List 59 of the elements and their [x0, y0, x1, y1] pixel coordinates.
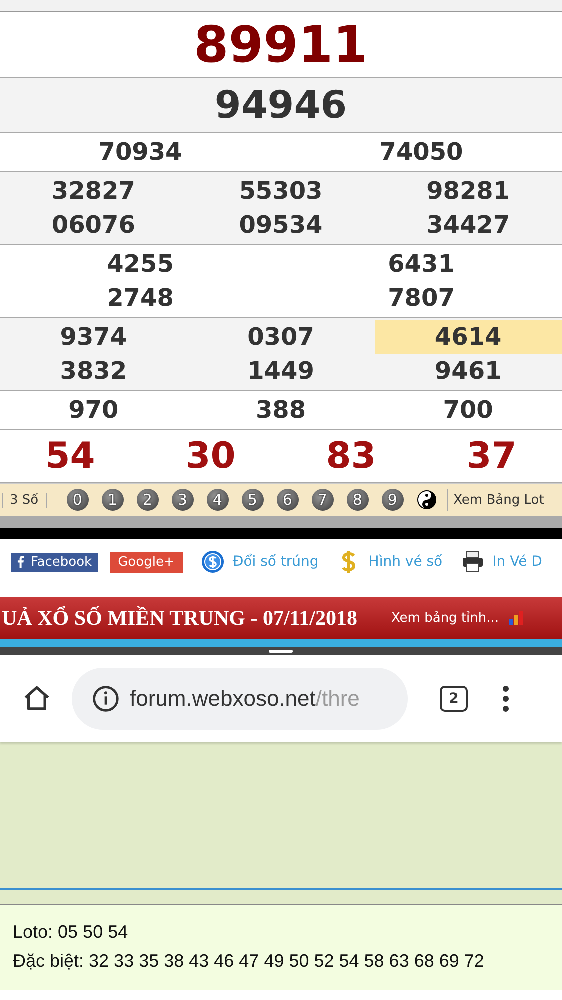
prize-number: 55303 — [238, 176, 324, 207]
prize-number: 4614 — [374, 320, 562, 354]
post-text-line: Đặc biệt: 32 33 35 38 43 46 47 49 50 52 54 58 63 68 69 72 — [13, 950, 486, 973]
url-text: forum.webxoso.net/thre — [130, 686, 360, 712]
prize-number: 2748 — [106, 283, 175, 314]
digit-ball-button[interactable]: 5 — [242, 489, 264, 511]
eighth-prize-number: 30 — [186, 436, 236, 476]
more-menu-icon[interactable] — [502, 684, 510, 712]
banner-title: UẢ XỔ SỐ MIỀN TRUNG - 07/11/2018 — [2, 606, 358, 630]
prize-number: 6431 — [387, 249, 456, 280]
prize-number: 970 — [68, 395, 120, 426]
dollar-coin-icon — [200, 550, 225, 574]
prize-number: 9374 — [59, 322, 128, 353]
prize-number: 4255 — [106, 249, 175, 280]
nav-link[interactable]: Đổi số trúng — [232, 554, 319, 570]
digit-ball-button[interactable]: 4 — [206, 489, 229, 511]
digit-ball-button[interactable]: 1 — [102, 489, 124, 511]
post-text-line: Loto: 05 50 54 — [13, 921, 130, 944]
prize-number: 388 — [254, 395, 308, 426]
info-icon[interactable] — [92, 684, 120, 712]
eighth-prize-number: 37 — [466, 436, 517, 476]
eighth-prize-number: 83 — [326, 436, 376, 476]
nav-link[interactable]: In Vé D — [492, 554, 542, 570]
prize-number: 1449 — [246, 356, 316, 387]
digit-ball-button[interactable]: 0 — [66, 489, 89, 511]
loto-table-link[interactable]: Xem Bảng Lot — [448, 492, 544, 508]
digit-ball-button[interactable]: 3 — [172, 489, 194, 511]
facebook-icon — [17, 555, 25, 569]
province-table-link[interactable]: Xem bảng tỉnh... — [391, 610, 500, 626]
prize-number: 0307 — [246, 322, 316, 353]
prize-number: 7807 — [387, 283, 456, 314]
google-plus-button[interactable]: Google+ — [110, 552, 183, 572]
prize-number: 34427 — [426, 210, 512, 241]
prize-number: 700 — [442, 395, 494, 426]
tab-count-button[interactable]: 2 — [440, 686, 468, 712]
prize-number: 06076 — [50, 210, 136, 241]
nav-link[interactable]: Hình vé số — [368, 554, 443, 570]
prize-number: 9461 — [434, 356, 503, 387]
digit-ball-button[interactable]: 7 — [312, 489, 334, 511]
toolbar-label: 3 Số — [2, 492, 47, 508]
drag-handle[interactable] — [269, 650, 293, 652]
prize-number: 70934 — [98, 137, 184, 168]
printer-icon — [460, 550, 485, 574]
address-bar[interactable]: forum.webxoso.net/thre — [72, 668, 408, 730]
digit-ball-button[interactable]: 2 — [136, 489, 159, 511]
prize-number: 32827 — [50, 176, 136, 207]
digit-ball-button[interactable]: 8 — [346, 489, 369, 511]
prize-number: 74050 — [378, 137, 464, 168]
prize-number: 98281 — [426, 176, 512, 207]
prize-number: 09534 — [238, 210, 324, 241]
home-icon[interactable] — [22, 684, 52, 714]
first-prize-number: 94946 — [214, 83, 348, 127]
eighth-prize-number: 54 — [45, 436, 96, 476]
yin-yang-icon[interactable] — [416, 490, 437, 510]
prize-number: 3832 — [59, 356, 128, 387]
digit-ball-button[interactable]: 9 — [382, 489, 404, 511]
digit-ball-button[interactable]: 6 — [276, 489, 299, 511]
facebook-button[interactable]: Facebook — [11, 552, 98, 572]
special-prize-number: 89911 — [194, 16, 368, 74]
